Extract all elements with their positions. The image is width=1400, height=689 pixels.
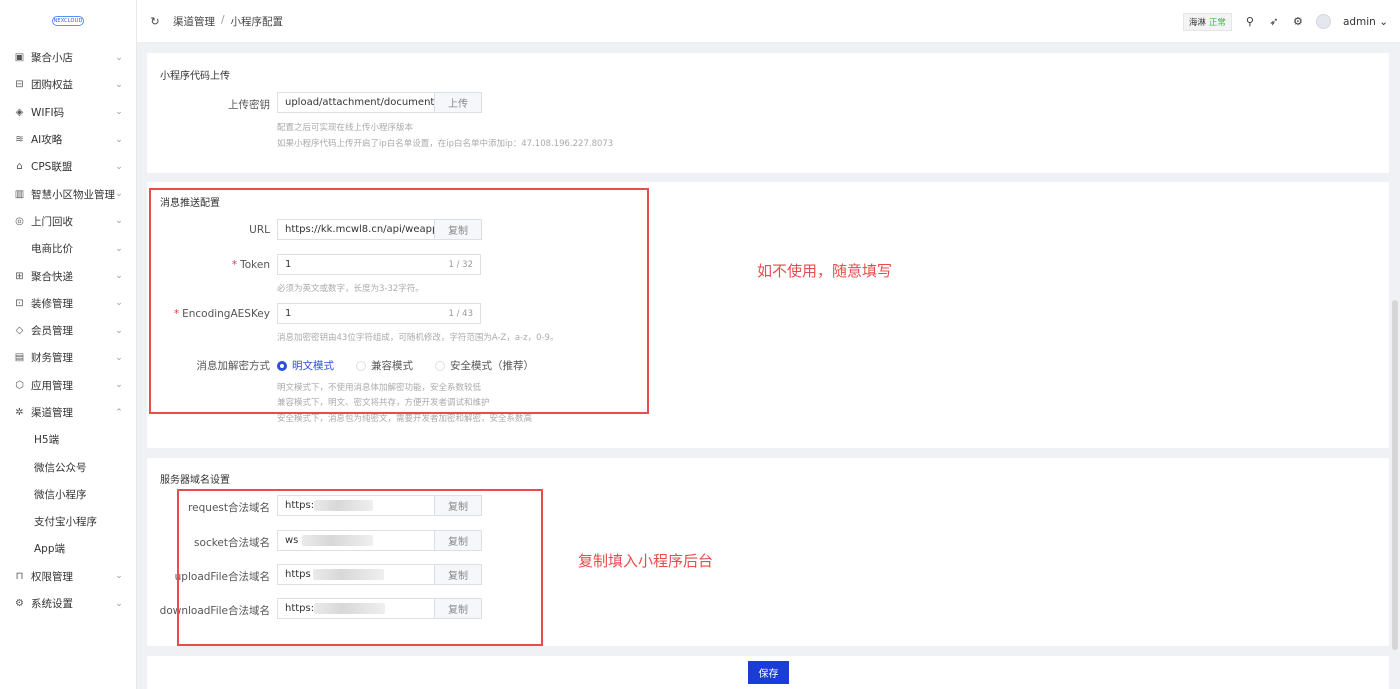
upload-key-label: 上传密钥 xyxy=(228,99,270,111)
sidebar-item-recycle[interactable]: ◎ 上门回收 ⌄ xyxy=(0,208,137,235)
chevron-down-icon: ⌄ xyxy=(1379,15,1388,28)
chevron-down-icon: ⌄ xyxy=(115,598,123,609)
breadcrumb: 渠道管理 / 小程序配置 xyxy=(173,14,283,29)
sidebar-item-channel[interactable]: ✲ 渠道管理 ⌃ xyxy=(0,399,137,426)
logo-mark: NEXCLOUD xyxy=(52,16,84,26)
sidebar-item-cps[interactable]: ⌂ CPS联盟 ⌄ xyxy=(0,153,137,180)
annotation-note-push: 如不使用，随意填写 xyxy=(757,262,893,280)
topbar: ↻ 渠道管理 / 小程序配置 海淋 正常 ⚲ ➶ ⚙ admin ⌄ xyxy=(137,0,1400,43)
cube-icon: ⬡ xyxy=(15,379,24,391)
sidebar-item-ai[interactable]: ≋ AI攻略 ⌄ xyxy=(0,126,137,153)
sidebar-menu: ▣ 聚合小店 ⌄ ⊟ 团购权益 ⌄ ◈ WIFI码 ⌄ ≋ AI攻略 ⌄ ⌂ CPS联盟 ⌄ ▥ 智慧… xyxy=(0,44,137,617)
breadcrumb-item: 小程序配置 xyxy=(230,15,284,28)
tenant-badge[interactable]: 海淋 正常 xyxy=(1182,12,1232,31)
sidebar-item-property[interactable]: ▥ 智慧小区物业管理 ⌄ xyxy=(0,180,137,207)
sidebar-item-apps[interactable]: ⬡ 应用管理 ⌄ xyxy=(0,372,137,399)
sidebar-item-group-buy[interactable]: ⊟ 团购权益 ⌄ xyxy=(0,71,137,98)
wallet-icon: ▤ xyxy=(14,352,25,364)
sidebar-item-wechat-miniapp[interactable]: 微信小程序 xyxy=(0,481,137,508)
scrollbar[interactable] xyxy=(1392,300,1398,650)
chevron-down-icon: ⌄ xyxy=(115,134,123,145)
sidebar-item-express[interactable]: ⊞ 聚合快递 ⌄ xyxy=(0,262,137,289)
sidebar-item-app[interactable]: App端 xyxy=(0,535,137,562)
chevron-down-icon: ⌄ xyxy=(115,243,123,254)
search-icon[interactable]: ⚲ xyxy=(1244,15,1256,28)
chevron-down-icon: ⌄ xyxy=(115,52,123,63)
chevron-down-icon: ⌄ xyxy=(115,352,123,363)
annotation-box-domain xyxy=(177,489,543,646)
sidebar-item-settings[interactable]: ⚙ 系统设置 ⌄ xyxy=(0,590,137,617)
chevron-down-icon: ⌄ xyxy=(115,161,123,172)
rocket-icon[interactable]: ➶ xyxy=(1268,15,1280,28)
home-icon: ⌂ xyxy=(16,161,23,173)
annotation-box-push xyxy=(149,188,649,414)
user-menu[interactable]: admin ⌄ xyxy=(1343,16,1388,28)
tenant-status: 正常 xyxy=(1208,17,1226,28)
sidebar: NEXCLOUD ▣ 聚合小店 ⌄ ⊟ 团购权益 ⌄ ◈ WIFI码 ⌄ ≋ AI攻略 ⌄ ⌂ C… xyxy=(0,0,137,689)
layers-icon: ≋ xyxy=(15,134,24,146)
username: admin xyxy=(1342,15,1376,28)
chevron-up-icon: ⌃ xyxy=(115,407,123,418)
avatar[interactable] xyxy=(1315,14,1331,29)
chevron-down-icon: ⌄ xyxy=(115,216,123,227)
breadcrumb-separator: / xyxy=(221,13,225,26)
upload-key-value: upload/attachment/document/wec xyxy=(285,97,435,108)
upload-key-input[interactable]: upload/attachment/document/wec xyxy=(277,92,435,113)
sidebar-item-member[interactable]: ◇ 会员管理 ⌄ xyxy=(0,317,137,344)
chevron-down-icon: ⌄ xyxy=(115,325,123,336)
refresh-icon[interactable]: ↻ xyxy=(149,15,161,28)
upload-ip-help: 如果小程序代码上传开启了ip白名单设置，在ip白名单中添加ip：47.108.1… xyxy=(277,139,614,149)
section-title: 服务器域名设置 xyxy=(160,475,230,486)
sidebar-item-permission[interactable]: ⊓ 权限管理 ⌄ xyxy=(0,563,137,590)
paint-icon: ⊡ xyxy=(15,297,24,309)
sidebar-item-price-compare[interactable]: 电商比价 ⌄ xyxy=(0,235,137,262)
gear-icon: ⚙ xyxy=(15,598,24,610)
upload-help: 配置之后可实现在线上传小程序版本 xyxy=(277,123,414,133)
top-right-tools: 海淋 正常 ⚲ ➶ ⚙ admin ⌄ xyxy=(1182,0,1388,43)
chevron-down-icon: ⌄ xyxy=(115,79,123,90)
diamond-icon: ◇ xyxy=(15,325,24,337)
chevron-down-icon: ⌄ xyxy=(115,271,123,282)
gear-icon[interactable]: ⚙ xyxy=(1292,15,1304,28)
chevron-down-icon: ⌄ xyxy=(115,189,123,200)
chevron-down-icon: ⌄ xyxy=(115,107,123,118)
sidebar-item-decoration[interactable]: ⊡ 装修管理 ⌄ xyxy=(0,290,137,317)
sidebar-item-wechat-official[interactable]: 微信公众号 xyxy=(0,453,137,480)
channel-icon: ✲ xyxy=(15,407,24,418)
store-icon: ▣ xyxy=(14,52,25,64)
chevron-down-icon: ⌄ xyxy=(115,380,123,391)
ticket-icon: ⊟ xyxy=(15,79,24,91)
save-button[interactable]: 保存 xyxy=(748,661,789,684)
sidebar-item-store[interactable]: ▣ 聚合小店 ⌄ xyxy=(0,44,137,71)
tenant-name: 海淋 xyxy=(1188,17,1206,28)
wifi-icon: ◈ xyxy=(15,106,24,118)
chevron-down-icon: ⌄ xyxy=(115,571,123,582)
sidebar-item-alipay-miniapp[interactable]: 支付宝小程序 xyxy=(0,508,137,535)
sidebar-item-wifi[interactable]: ◈ WIFI码 ⌄ xyxy=(0,99,137,126)
sidebar-item-finance[interactable]: ▤ 财务管理 ⌄ xyxy=(0,344,137,371)
package-icon: ⊞ xyxy=(15,270,24,282)
sidebar-item-h5[interactable]: H5端 xyxy=(0,426,137,453)
breadcrumb-item[interactable]: 渠道管理 xyxy=(173,14,215,29)
section-title: 小程序代码上传 xyxy=(160,71,230,82)
upload-button[interactable]: 上传 xyxy=(435,92,482,113)
upload-card: 小程序代码上传 xyxy=(147,53,1389,173)
logo[interactable]: NEXCLOUD xyxy=(0,0,136,42)
lock-icon: ⊓ xyxy=(15,570,24,582)
annotation-note-domain: 复制填入小程序后台 xyxy=(578,552,714,570)
chevron-down-icon: ⌄ xyxy=(115,298,123,309)
target-icon: ◎ xyxy=(15,215,24,227)
building-icon: ▥ xyxy=(14,188,25,200)
